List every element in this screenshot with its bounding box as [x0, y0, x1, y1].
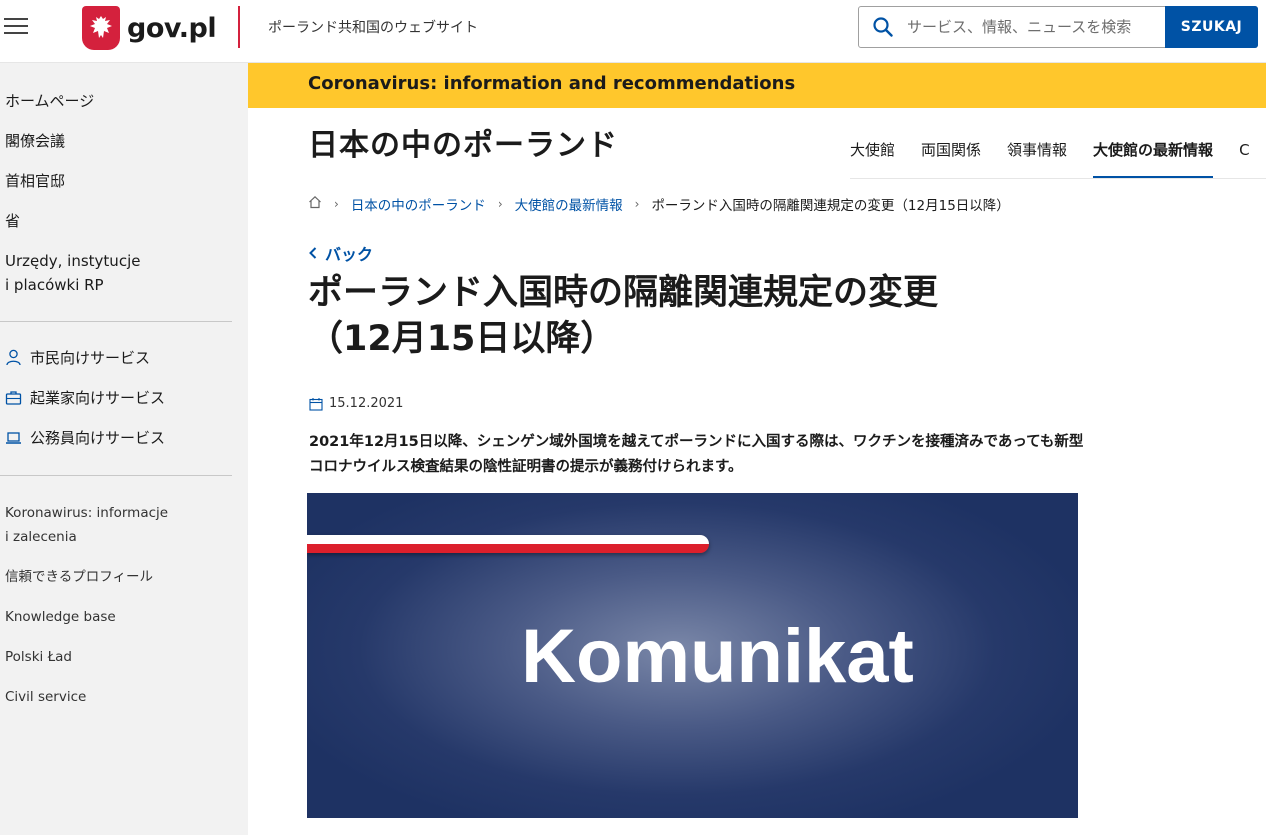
sidebar-divider: [0, 475, 232, 476]
article-date: 15.12.2021: [309, 396, 403, 411]
article-title-line1: ポーランド入国時の隔離関連規定の変更: [308, 273, 939, 313]
subnav-embassy[interactable]: 大使館: [850, 130, 895, 178]
sidebar-item-offices-line1: Urzędy, instytucje: [5, 252, 141, 270]
coronavirus-banner[interactable]: Coronavirus: information and recommendat…: [248, 63, 1266, 108]
sidebar-link-civil-service[interactable]: Civil service: [5, 685, 235, 709]
chevron-left-icon: [309, 247, 317, 259]
breadcrumb-link-news[interactable]: 大使館の最新情報: [515, 194, 623, 214]
search-bar: SZUKAJ: [858, 6, 1258, 48]
sidebar-link-polski-lad[interactable]: Polski Ład: [5, 645, 235, 669]
breadcrumb: › 日本の中のポーランド › 大使館の最新情報 › ポーランド入国時の隔離関連規…: [308, 194, 1010, 214]
sidebar-item-label: 公務員向けサービス: [30, 428, 166, 447]
sidebar-link-coronavirus-line1: Koronawirus: informacje: [5, 505, 169, 521]
site-tagline: ポーランド共和国のウェブサイト: [268, 20, 478, 36]
sidebar-divider: [0, 321, 232, 322]
article-lead: 2021年12月15日以降、シェンゲン域外国境を越えてポーランドに入国する際は、…: [309, 434, 1084, 475]
sidebar-item-offices[interactable]: Urzędy, instytucje i placówki RP: [5, 249, 235, 297]
sidebar-main-nav: ホームページ 閣僚会議 首相官邸 省 Urzędy, instytucje i …: [5, 89, 235, 313]
menu-icon[interactable]: [4, 18, 28, 38]
sidebar-link-trusted-profile[interactable]: 信頼できるプロフィール: [5, 565, 235, 589]
sidebar-links: Koronawirus: informacje i zalecenia 信頼でき…: [5, 501, 235, 725]
sidebar-item-chancellery[interactable]: 首相官邸: [5, 169, 235, 193]
top-header: gov.pl ポーランド共和国のウェブサイト SZUKAJ: [0, 0, 1266, 63]
chevron-right-icon: ›: [634, 197, 640, 211]
sidebar-item-council-of-ministers[interactable]: 閣僚会議: [5, 129, 235, 153]
banner-text: Coronavirus: information and recommendat…: [308, 73, 796, 94]
subnav-consular-info[interactable]: 領事情報: [1007, 130, 1067, 178]
back-link[interactable]: バック: [309, 241, 373, 265]
site-title[interactable]: 日本の中のポーランド: [308, 120, 618, 164]
calendar-icon: [309, 397, 323, 411]
sidebar-item-business-services[interactable]: 起業家向けサービス: [5, 385, 235, 409]
sidebar-item-officials-services[interactable]: 公務員向けサービス: [5, 425, 235, 449]
article-date-text: 15.12.2021: [329, 396, 404, 411]
article-title-line2: （12月15日以降）: [308, 319, 616, 359]
sidebar-item-home[interactable]: ホームページ: [5, 89, 235, 113]
home-icon[interactable]: [308, 195, 322, 213]
subnav-embassy-news[interactable]: 大使館の最新情報: [1093, 130, 1214, 178]
gov-logo[interactable]: gov.pl: [82, 6, 217, 50]
person-icon: [6, 349, 21, 365]
search-icon: [859, 7, 907, 47]
sidebar-link-coronavirus[interactable]: Koronawirus: informacje i zalecenia: [5, 501, 235, 549]
search-button[interactable]: SZUKAJ: [1165, 6, 1258, 48]
back-label: バック: [325, 245, 374, 264]
article-image-text: Komunikat: [521, 614, 914, 699]
sidebar-item-label: 市民向けサービス: [30, 348, 151, 367]
breadcrumb-link-site[interactable]: 日本の中のポーランド: [351, 194, 486, 214]
article-title: ポーランド入国時の隔離関連規定の変更 （12月15日以降）: [308, 270, 1088, 362]
laptop-icon: [6, 431, 21, 444]
eagle-emblem-icon: [82, 6, 120, 50]
search-input[interactable]: [907, 7, 1165, 47]
sidebar-item-label: 起業家向けサービス: [30, 388, 166, 407]
subnav-more[interactable]: C: [1239, 130, 1249, 178]
sidebar-link-knowledge-base[interactable]: Knowledge base: [5, 605, 235, 629]
chevron-right-icon: ›: [334, 197, 339, 211]
briefcase-icon: [5, 390, 22, 405]
subnav-bilateral-relations[interactable]: 両国関係: [921, 130, 981, 178]
polish-flag-stripe: [307, 535, 709, 553]
breadcrumb-current: ポーランド入国時の隔離関連規定の変更（12月15日以降）: [651, 198, 1010, 214]
sidebar: ホームページ 閣僚会議 首相官邸 省 Urzędy, instytucje i …: [0, 63, 248, 835]
chevron-right-icon: ›: [497, 197, 503, 211]
logo-divider: [238, 6, 240, 48]
article-image: Komunikat: [307, 493, 1078, 818]
logo-text: gov.pl: [127, 12, 217, 44]
sidebar-link-coronavirus-line2: i zalecenia: [5, 529, 77, 545]
site-subnav: 大使館 両国関係 領事情報 大使館の最新情報 C: [850, 130, 1266, 179]
sidebar-item-ministries[interactable]: 省: [5, 209, 235, 233]
sidebar-item-offices-line2: i placówki RP: [5, 276, 104, 294]
sidebar-item-citizen-services[interactable]: 市民向けサービス: [5, 345, 235, 369]
sidebar-services: 市民向けサービス 起業家向けサービス 公務員向けサービス: [5, 345, 235, 465]
